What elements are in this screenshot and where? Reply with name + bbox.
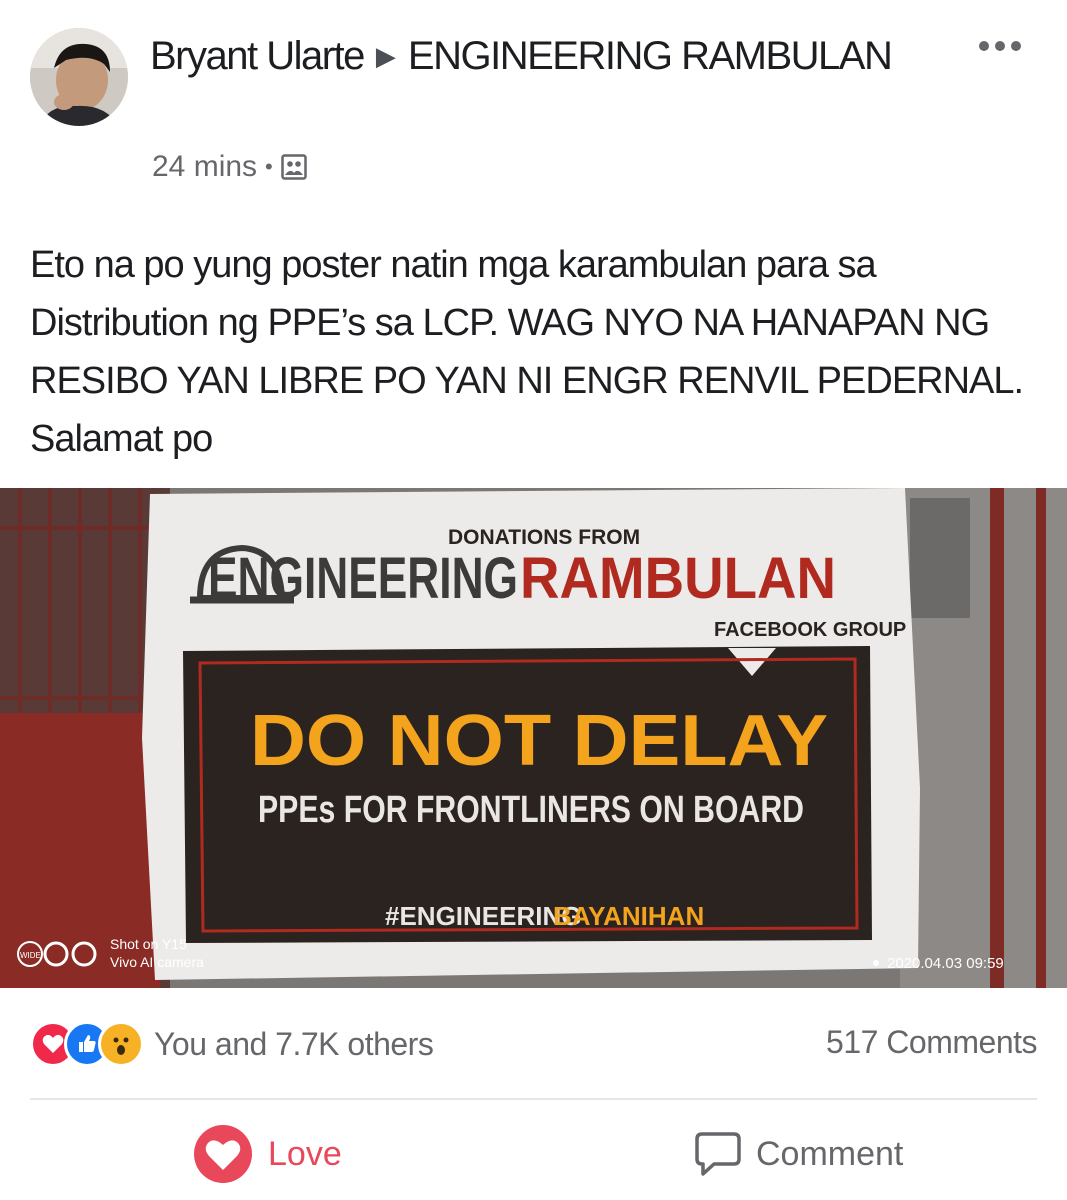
post-header: Bryant Ularte ▶ ENGINEERING RAMBULAN: [150, 30, 950, 82]
group-name[interactable]: ENGINEERING RAMBULAN: [408, 34, 893, 78]
poster-photo-image: DONATIONS FROM ENGINEERING RAMBULAN FACE…: [0, 488, 1067, 988]
watermark-line1: Shot on Y15: [110, 936, 187, 952]
avatar-image: [30, 28, 128, 126]
reaction-summary[interactable]: You and 7.7K others: [30, 1020, 434, 1068]
reaction-count-text: You and 7.7K others: [154, 1025, 434, 1062]
banner-group-label: FACEBOOK GROUP: [714, 619, 906, 641]
comments-count[interactable]: 517 Comments: [826, 1024, 1037, 1061]
banner-subline: PPEs FOR FRONTLINERS ON BOARD: [258, 789, 804, 831]
arrow-right-icon: ▶: [375, 41, 396, 71]
banner-hashtag-b: BAYANIHAN: [553, 901, 704, 931]
banner-brand-b: RAMBULAN: [520, 546, 836, 611]
banner-brand-a: ENGINEERING: [208, 546, 518, 611]
post-photo[interactable]: DONATIONS FROM ENGINEERING RAMBULAN FACE…: [0, 488, 1067, 988]
love-label: Love: [268, 1134, 342, 1173]
post-meta: 24 mins •: [152, 150, 307, 184]
meta-separator: •: [265, 154, 273, 179]
comment-button[interactable]: Comment: [694, 1122, 903, 1186]
banner-headline: DO NOT DELAY: [250, 701, 828, 781]
comment-bubble-icon: [695, 1132, 741, 1176]
comment-label: Comment: [756, 1134, 904, 1173]
love-icon: [194, 1125, 252, 1183]
wow-reaction-icon: [98, 1021, 144, 1067]
group-photo-icon: [281, 154, 307, 180]
watermark-mode: WIDE: [20, 951, 41, 960]
post-body: Eto na po yung poster natin mga karambul…: [30, 244, 1024, 460]
author-name[interactable]: Bryant Ularte: [150, 34, 365, 78]
more-options-button[interactable]: [970, 28, 1030, 64]
photo-timestamp: 2020.04.03 09:59: [887, 955, 1004, 972]
post-time[interactable]: 24 mins: [152, 150, 257, 184]
more-dots-icon: [979, 41, 1021, 51]
love-button[interactable]: Love: [192, 1122, 342, 1186]
author-avatar[interactable]: [30, 28, 128, 126]
footer-divider: [30, 1098, 1037, 1100]
watermark-line2: Vivo AI camera: [110, 954, 204, 970]
